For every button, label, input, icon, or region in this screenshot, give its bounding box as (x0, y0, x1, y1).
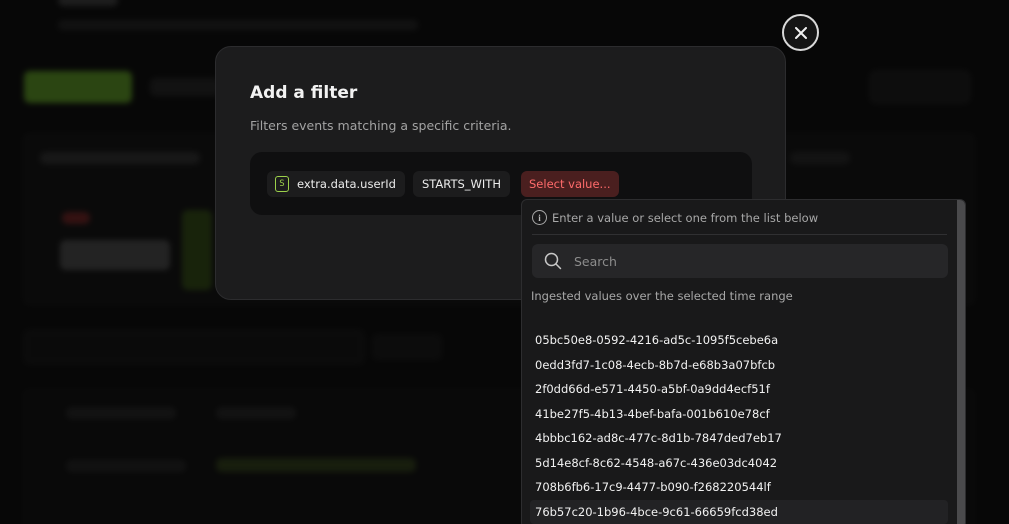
value-option[interactable]: 4bbbc162-ad8c-477c-8d1b-7847ded7eb17 (530, 426, 948, 451)
filter-value-chip[interactable]: Select value... (521, 171, 619, 197)
filter-operator-label: STARTS_WITH (422, 177, 501, 191)
search-box[interactable] (532, 244, 948, 278)
search-input[interactable] (574, 253, 914, 269)
value-option[interactable]: 5d14e8cf-8c62-4548-a67c-436e03dc4042 (530, 451, 948, 476)
dropdown-scrollbar[interactable] (957, 200, 965, 524)
dropdown-hint: i Enter a value or select one from the l… (532, 210, 818, 225)
value-list: 05bc50e8-0592-4216-ad5c-1095f5cebe6a 0ed… (530, 328, 948, 524)
filter-value-placeholder: Select value... (529, 177, 611, 191)
close-button[interactable] (782, 14, 819, 51)
modal-title: Add a filter (250, 83, 358, 103)
info-icon: i (532, 210, 547, 225)
value-option[interactable]: 708b6fb6-17c9-4477-b090-f268220544lf (530, 475, 948, 500)
modal-description: Filters events matching a specific crite… (250, 118, 512, 133)
divider (532, 234, 947, 235)
ingested-values-label: Ingested values over the selected time r… (531, 289, 793, 303)
filter-field-chip[interactable]: S extra.data.userId (267, 171, 405, 197)
filter-operator-chip[interactable]: STARTS_WITH (413, 171, 510, 197)
search-icon (544, 252, 562, 270)
value-option[interactable]: 2f0dd66d-e571-4450-a5bf-0a9dd4ecf51f (530, 377, 948, 402)
string-type-icon: S (275, 176, 289, 192)
value-option[interactable]: 0edd3fd7-1c08-4ecb-8b7d-e68b3a07bfcb (530, 353, 948, 378)
value-option[interactable]: 05bc50e8-0592-4216-ad5c-1095f5cebe6a (530, 328, 948, 353)
value-dropdown: i Enter a value or select one from the l… (521, 199, 966, 524)
filter-field-label: extra.data.userId (297, 177, 396, 191)
value-option-hovered[interactable]: 76b57c20-1b96-4bce-9c61-66659fcd38ed (530, 499, 948, 524)
close-icon (794, 26, 807, 39)
dropdown-hint-text: Enter a value or select one from the lis… (552, 210, 819, 225)
value-option[interactable]: 41be27f5-4b13-4bef-bafa-001b610e78cf (530, 402, 948, 427)
